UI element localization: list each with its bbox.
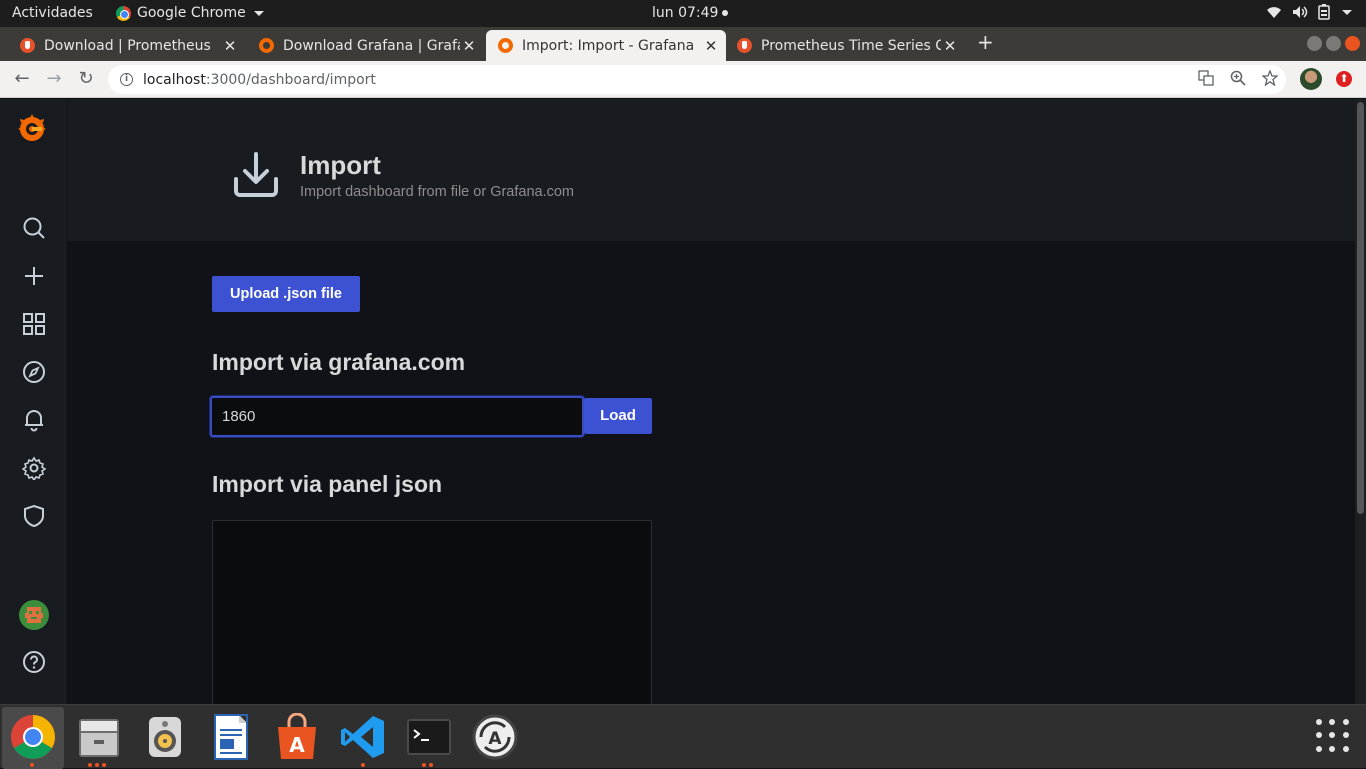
omnibox-actions: [1198, 70, 1278, 86]
close-icon[interactable]: ✕: [941, 37, 959, 55]
tab-title: Download Grafana | Grafana: [283, 37, 460, 54]
system-top-bar: Actividades Google Chrome lun 07:49: [0, 0, 1366, 27]
server-admin-icon[interactable]: [21, 503, 47, 529]
terminal-icon[interactable]: [405, 713, 453, 761]
window-controls: [1307, 36, 1360, 51]
help-icon[interactable]: [21, 649, 47, 675]
page-header: Import Import dashboard from file or Gra…: [67, 99, 1355, 241]
running-indicator: [30, 763, 34, 767]
load-button[interactable]: Load: [584, 398, 652, 434]
tab-prometheus-download[interactable]: Download | Prometheus ✕: [0, 30, 245, 61]
close-icon[interactable]: ✕: [221, 37, 239, 55]
svg-text:A: A: [488, 729, 502, 749]
ubuntu-dock: A A: [0, 704, 1366, 769]
tab-prometheus-timeseries[interactable]: Prometheus Time Series Collection ✕: [717, 30, 965, 61]
plus-icon[interactable]: [21, 263, 47, 289]
software-updater-icon[interactable]: A: [471, 713, 519, 761]
dashboards-icon[interactable]: [21, 311, 47, 337]
url-host: localhost: [143, 71, 206, 88]
alerting-icon[interactable]: [21, 407, 47, 433]
bookmark-star-icon[interactable]: [1262, 70, 1278, 86]
tab-title: Prometheus Time Series Collection: [761, 37, 941, 54]
grafana-icon: [259, 38, 274, 53]
page-subtitle: Import dashboard from file or Grafana.co…: [300, 184, 575, 200]
system-menu[interactable]: [1266, 4, 1352, 20]
browser-toolbar: ← → ↻ i localhost:3000/dashboard/import: [0, 61, 1366, 98]
grafana-main: Import Import dashboard from file or Gra…: [67, 99, 1355, 704]
activities-button[interactable]: Actividades: [12, 5, 93, 21]
site-info-icon[interactable]: i: [120, 73, 133, 86]
svg-text:A: A: [289, 733, 305, 757]
app-menu-label: Google Chrome: [137, 5, 246, 21]
prometheus-icon: [20, 38, 35, 53]
tab-grafana-import[interactable]: Import: Import - Grafana ✕: [486, 30, 726, 61]
search-icon[interactable]: [21, 215, 47, 241]
running-indicator: [422, 763, 433, 767]
extension-icon[interactable]: ⬆: [1336, 71, 1352, 87]
chrome-icon[interactable]: [9, 713, 57, 761]
libreoffice-writer-icon[interactable]: [207, 713, 255, 761]
grafana-logo-icon[interactable]: [15, 111, 49, 145]
tab-title: Import: Import - Grafana: [522, 37, 695, 54]
upload-json-button[interactable]: Upload .json file: [212, 276, 360, 312]
files-icon[interactable]: [75, 713, 123, 761]
caret-down-icon: [253, 10, 264, 16]
minimize-icon[interactable]: [1307, 36, 1322, 51]
page-title: Import: [300, 150, 381, 180]
rhythmbox-icon[interactable]: [141, 713, 189, 761]
profile-avatar[interactable]: [1300, 68, 1322, 90]
tab-grafana-download[interactable]: Download Grafana | Grafana ✕: [239, 30, 484, 61]
panel-json-heading: Import via panel json: [212, 471, 443, 497]
grafana-sidebar: [0, 99, 66, 704]
explore-icon[interactable]: [21, 359, 47, 385]
software-center-icon[interactable]: A: [273, 712, 321, 761]
import-icon: [233, 151, 279, 203]
address-bar[interactable]: i localhost:3000/dashboard/import: [108, 65, 1286, 94]
forward-arrow-icon[interactable]: →: [42, 67, 66, 91]
volume-icon: [1293, 6, 1308, 18]
clock[interactable]: lun 07:49: [652, 5, 729, 21]
user-avatar[interactable]: [19, 600, 49, 630]
wifi-icon: [1267, 7, 1281, 18]
battery-icon: [1318, 4, 1330, 20]
new-tab-plus-icon[interactable]: +: [977, 30, 994, 54]
chrome-icon: [116, 5, 131, 21]
tab-strip: Download | Prometheus ✕ Download Grafana…: [0, 27, 1366, 61]
running-indicator: [361, 763, 365, 767]
panel-json-textarea[interactable]: [212, 520, 652, 704]
window-close-icon[interactable]: [1345, 36, 1360, 51]
scrollbar-thumb[interactable]: [1357, 102, 1364, 514]
close-icon[interactable]: ✕: [460, 37, 478, 55]
vscode-icon[interactable]: [339, 713, 387, 761]
back-arrow-icon[interactable]: ←: [10, 67, 34, 91]
maximize-icon[interactable]: [1326, 36, 1341, 51]
notification-dot-icon: [722, 10, 729, 16]
configuration-icon[interactable]: [21, 455, 47, 481]
show-applications-grid-icon[interactable]: [1316, 719, 1350, 753]
tab-title: Download | Prometheus: [44, 37, 211, 54]
grafana-com-heading: Import via grafana.com: [212, 349, 466, 375]
zoom-icon[interactable]: [1230, 70, 1246, 86]
translate-icon[interactable]: [1198, 70, 1214, 86]
reload-icon[interactable]: ↻: [74, 67, 98, 91]
prometheus-icon: [737, 38, 752, 53]
caret-down-icon: [1342, 9, 1352, 15]
url-path: :3000/dashboard/import: [205, 71, 376, 88]
grafana-com-id-input[interactable]: 1860: [210, 396, 584, 437]
clock-label: lun 07:49: [652, 5, 719, 21]
grafana-icon: [498, 38, 513, 53]
running-indicator: [88, 763, 106, 767]
app-menu[interactable]: Google Chrome: [116, 5, 264, 21]
